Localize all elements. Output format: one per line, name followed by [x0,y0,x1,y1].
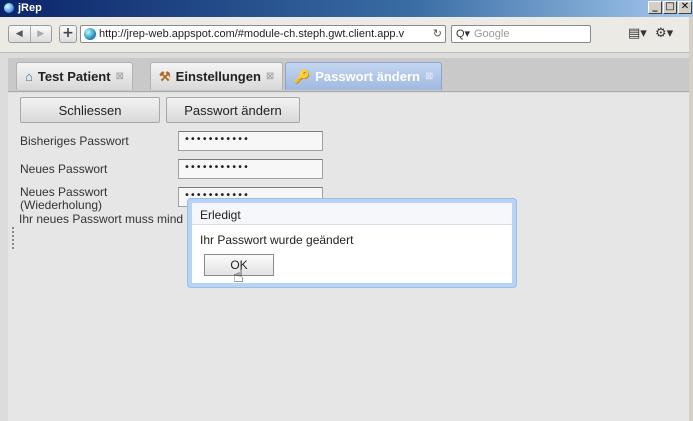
maximize-button[interactable]: □ [663,1,677,14]
hand-cursor-icon: ☝ [233,266,244,287]
tab-label: Einstellungen [175,69,261,84]
back-arrow-icon: ◀ [15,29,23,39]
url-text[interactable]: http://jrep-web.appspot.com/#module-ch.s… [99,28,429,40]
plus-icon: + [62,25,74,41]
tab-label: Passwort ändern [315,69,420,84]
back-button[interactable]: ◀ [9,26,30,42]
window-controls: _ □ ✕ [648,1,692,14]
dialog-title: Erledigt [192,203,512,225]
tab-einstellungen[interactable]: ⚒ Einstellungen ⊠ [150,62,284,90]
grip-icon [12,227,14,249]
splitter-handle[interactable] [8,93,17,421]
page-menu-icon[interactable]: ▤▾ [628,26,647,41]
key-icon: 🔑 [294,68,311,84]
new-tab-button[interactable]: + [59,25,77,43]
tab-label: Test Patient [37,69,111,84]
search-placeholder: Google [474,28,510,40]
change-password-button[interactable]: Passwort ändern [166,97,300,123]
app-tab-strip: ⌂ Test Patient ⊠ ⚒ Einstellungen ⊠ 🔑 Pas… [8,58,693,92]
close-window-button[interactable]: ✕ [678,1,692,14]
tab-passwort-aendern[interactable]: 🔑 Passwort ändern ⊠ [285,62,443,90]
gear-icon[interactable]: ⚙▾ [655,26,673,41]
forward-arrow-icon: ▶ [37,29,45,39]
new-password-label: Neues Passwort [20,162,108,176]
password-hint: Ihr neues Passwort muss mind [19,212,184,226]
tab-close-icon[interactable]: ⊠ [266,71,274,82]
home-icon: ⌂ [25,69,33,84]
search-icon[interactable]: Q▾ [456,27,470,40]
window-title: jRep [18,2,42,14]
forward-button[interactable]: ▶ [29,26,52,42]
tools-icon: ⚒ [159,68,171,84]
old-password-field[interactable]: ••••••••••• [178,131,323,151]
window-border [689,17,693,421]
address-bar[interactable]: http://jrep-web.appspot.com/#module-ch.s… [80,25,446,43]
globe-icon [84,28,96,40]
app-icon [3,2,15,14]
close-button[interactable]: Schliessen [20,97,160,123]
nav-buttons: ◀ ▶ [8,25,52,43]
browser-toolbar: ◀ ▶ + http://jrep-web.appspot.com/#modul… [0,17,693,53]
tab-test-patient[interactable]: ⌂ Test Patient ⊠ [16,62,133,90]
minimize-button[interactable]: _ [648,1,662,14]
tab-close-icon[interactable]: ⊠ [116,71,124,82]
dialog-message: Ihr Passwort wurde geändert [200,233,354,247]
old-password-label: Bisheriges Passwort [20,134,129,148]
new-password-field[interactable]: ••••••••••• [178,159,323,179]
window-title-bar: jRep _ □ ✕ [0,0,693,17]
reload-icon[interactable]: ↻ [433,27,442,40]
repeat-password-label-line2: (Wiederholung) [20,198,103,212]
tab-close-icon[interactable]: ⊠ [425,71,433,82]
search-input[interactable]: Q▾ Google [451,25,591,43]
